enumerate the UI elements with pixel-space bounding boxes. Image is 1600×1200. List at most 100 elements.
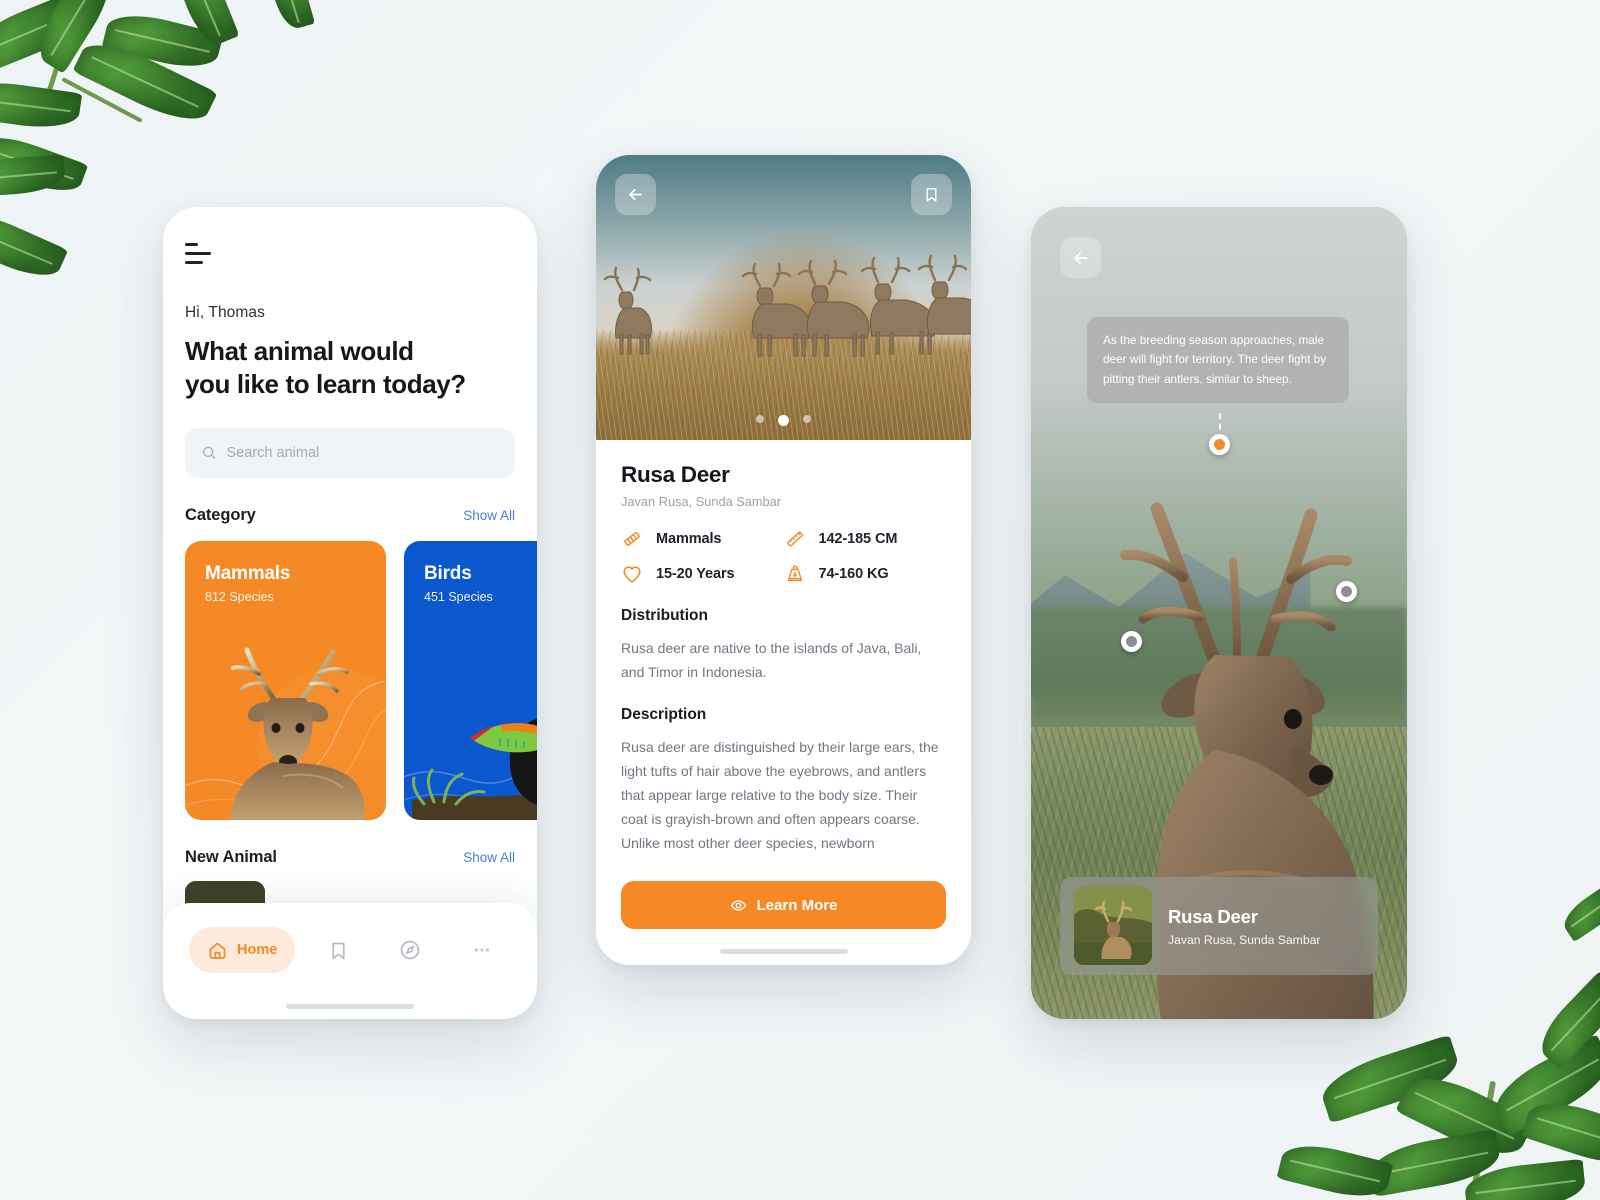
ar-card-name: Rusa Deer (1168, 905, 1258, 927)
learn-more-label: Learn More (756, 896, 838, 914)
page-title: What animal would you like to learn toda… (185, 335, 515, 402)
headline-line-2: you like to learn today? (185, 369, 466, 400)
leaf (0, 76, 83, 134)
more-icon (474, 948, 490, 952)
ar-info-card[interactable]: Rusa Deer Javan Rusa, Sunda Sambar (1060, 877, 1378, 975)
carousel-dot[interactable] (756, 415, 764, 423)
search-icon (202, 446, 216, 460)
hero-image (596, 155, 971, 440)
hamburger-menu-icon[interactable] (185, 243, 215, 265)
ruler-icon (786, 531, 803, 547)
category-section-header: Category Show All (185, 506, 515, 525)
home-icon (209, 942, 226, 959)
category-species-count: 451 Species (424, 589, 493, 604)
leaf (1276, 1137, 1394, 1200)
leaf (0, 0, 94, 75)
stat-weight: 74-160 KG (784, 563, 947, 585)
tab-label-home: Home (237, 942, 278, 958)
detail-content: Rusa Deer Javan Rusa, Sunda Sambar Mamma… (596, 440, 971, 856)
headline-line-1: What animal would (185, 336, 414, 367)
muzzle-hotspot[interactable] (1336, 581, 1357, 602)
compass-icon (400, 940, 420, 960)
leaf (1557, 877, 1600, 943)
leaf (1316, 1034, 1464, 1124)
leaf-stem (61, 77, 143, 123)
bottom-tab-bar: Home (163, 903, 537, 1019)
carousel-dot-active[interactable] (778, 415, 789, 426)
carousel-dots (596, 415, 971, 426)
ar-card-alias: Javan Rusa, Sunda Sambar (1168, 932, 1321, 947)
stat-class: Mammals (621, 528, 784, 550)
search-bar[interactable] (185, 427, 515, 478)
stat-length: 142-185 CM (784, 528, 947, 550)
antler-hotspot[interactable] (1209, 434, 1230, 455)
heart-icon (623, 566, 641, 583)
toucan-illustration (412, 718, 537, 820)
stat-value: 74-160 KG (818, 566, 889, 582)
weight-icon (787, 565, 802, 582)
bookmark-button[interactable] (911, 174, 952, 215)
deer-illustration (231, 647, 365, 820)
deer-thumb-art (1074, 887, 1152, 965)
back-button[interactable] (1060, 237, 1101, 278)
sidebar-item-home[interactable]: Home (189, 927, 296, 973)
leaf (1395, 1064, 1535, 1168)
bookmark-icon (331, 942, 345, 959)
leaf (28, 0, 122, 74)
leaf (0, 154, 67, 198)
category-show-all-link[interactable]: Show All (463, 508, 515, 523)
stat-value: Mammals (656, 531, 722, 547)
leaf (170, 0, 240, 50)
leaf (72, 31, 218, 133)
tab-explore[interactable] (381, 927, 439, 973)
bookmark-icon (926, 188, 937, 202)
phone-detail-screen: Rusa Deer Javan Rusa, Sunda Sambar Mamma… (596, 155, 971, 965)
animal-alias: Javan Rusa, Sunda Sambar (621, 494, 782, 509)
category-species-count: 812 Species (205, 589, 274, 604)
arrow-left-icon (629, 188, 642, 201)
body-hotspot[interactable] (1121, 631, 1142, 652)
tab-more[interactable] (453, 927, 511, 973)
distribution-body: Rusa deer are native to the islands of J… (621, 640, 922, 681)
cta-footer: Learn More (596, 865, 971, 965)
new-animal-section-title: New Animal (185, 847, 277, 866)
tab-bookmarks[interactable] (310, 927, 367, 973)
search-input[interactable] (226, 444, 499, 461)
animal-stats: Mammals 142-185 CM 15-20 Years 74-160 KG (621, 528, 946, 585)
leaf (1366, 1129, 1504, 1197)
hotspot-dot (1341, 586, 1352, 597)
greeting-text: Hi, Thomas (185, 304, 265, 322)
leaf-stem (1465, 1080, 1497, 1200)
new-animal-section-header: New Animal Show All (185, 848, 515, 867)
leaf (1485, 1033, 1600, 1137)
back-button[interactable] (615, 174, 656, 215)
category-card-row: Mammals 812 Species Birds 451 Species (185, 540, 537, 820)
phone-ar-screen: As the breeding season approaches, male … (1031, 207, 1407, 1019)
carousel-dot[interactable] (803, 415, 811, 423)
eye-icon (730, 899, 746, 911)
category-card-birds[interactable]: Birds 451 Species (404, 540, 537, 820)
distribution-title: Distribution (621, 607, 708, 624)
ar-tooltip: As the breeding season approaches, male … (1087, 317, 1349, 404)
leaf (1463, 1158, 1587, 1200)
ar-card-thumbnail (1074, 887, 1152, 965)
stat-lifespan: 15-20 Years (621, 563, 784, 585)
leaf-stem (41, 0, 84, 108)
stat-value: 15-20 Years (656, 566, 735, 582)
leaf (264, 0, 316, 33)
ar-card-text: Rusa Deer Javan Rusa, Sunda Sambar (1168, 906, 1320, 947)
class-icon (624, 532, 640, 546)
learn-more-button[interactable]: Learn More (621, 881, 946, 929)
phone-home-screen: Hi, Thomas What animal would you like to… (163, 207, 537, 1019)
stat-value: 142-185 CM (818, 531, 898, 547)
description-title: Description (621, 706, 707, 724)
leaf (1530, 970, 1600, 1070)
leaf (1520, 1092, 1600, 1174)
leaf (101, 6, 224, 76)
elk-herd-illustration (603, 254, 971, 357)
new-animal-show-all-link[interactable]: Show All (463, 850, 515, 865)
category-name: Mammals (205, 562, 291, 584)
hotspot-dot (1214, 439, 1225, 450)
arrow-left-icon (1073, 251, 1088, 264)
category-card-mammals[interactable]: Mammals 812 Species (185, 540, 386, 820)
